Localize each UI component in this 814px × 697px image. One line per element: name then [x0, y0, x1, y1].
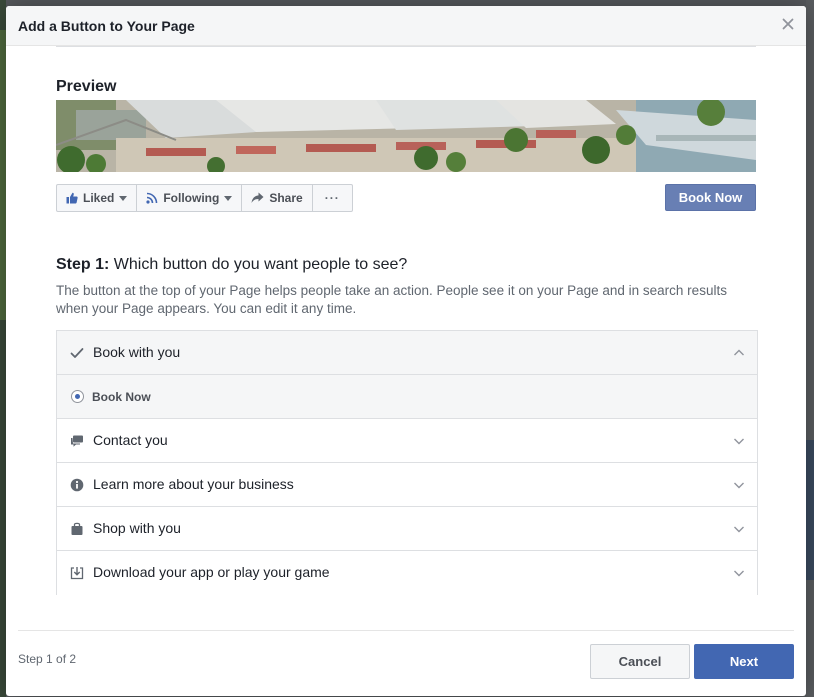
footer-divider	[18, 630, 794, 631]
page-action-bar: Liked Following Share ···	[56, 184, 353, 212]
dialog-header: Add a Button to Your Page	[6, 6, 806, 46]
next-button[interactable]: Next	[694, 644, 794, 679]
following-label: Following	[163, 191, 220, 205]
add-button-dialog: Add a Button to Your Page Preview Liked …	[6, 6, 806, 696]
background-page-edge	[806, 440, 814, 580]
step-counter: Step 1 of 2	[18, 652, 77, 666]
cancel-button[interactable]: Cancel	[590, 644, 690, 679]
cover-photo	[56, 100, 756, 172]
option-learn-more[interactable]: Learn more about your business	[57, 463, 757, 507]
share-button[interactable]: Share	[242, 185, 313, 211]
preview-heading: Preview	[56, 78, 117, 95]
share-arrow-icon	[251, 192, 264, 203]
following-button[interactable]: Following	[137, 185, 243, 211]
checkmark-icon	[70, 348, 84, 358]
info-icon	[70, 478, 84, 492]
radio-button-selected[interactable]	[71, 390, 84, 403]
sub-option-label: Book Now	[92, 390, 151, 404]
step-description: The button at the top of your Page helps…	[56, 283, 727, 316]
liked-label: Liked	[83, 191, 115, 205]
chevron-down-icon	[734, 526, 744, 533]
sub-option-book-now[interactable]: Book Now	[57, 375, 757, 419]
dialog-title: Add a Button to Your Page	[18, 18, 195, 34]
step-question: Which button do you want people to see?	[113, 256, 408, 273]
option-label: Book with you	[93, 344, 181, 360]
chevron-down-icon	[734, 570, 744, 577]
option-shop-with-you[interactable]: Shop with you	[57, 507, 757, 551]
option-contact-you[interactable]: Contact you	[57, 419, 757, 463]
chevron-up-icon	[734, 349, 744, 356]
caret-down-icon	[119, 195, 128, 201]
share-label: Share	[269, 191, 303, 205]
step-prefix: Step 1:	[56, 256, 110, 273]
option-download-app[interactable]: Download your app or play your game	[57, 551, 757, 595]
speech-bubble-icon	[71, 435, 83, 447]
step-heading: Step 1: Which button do you want people …	[56, 256, 407, 274]
ellipsis-icon: ···	[324, 191, 340, 205]
option-label: Contact you	[93, 432, 168, 448]
option-label: Download your app or play your game	[93, 564, 330, 580]
more-options-button[interactable]: ···	[313, 185, 352, 211]
option-label: Learn more about your business	[93, 476, 294, 492]
option-label: Shop with you	[93, 520, 181, 536]
chevron-down-icon	[734, 482, 744, 489]
book-now-preview-button: Book Now	[665, 184, 756, 211]
thumbs-up-icon	[66, 192, 78, 204]
rss-icon	[146, 192, 158, 204]
button-options-list: Book with you Book Now Contact you Learn…	[56, 330, 758, 595]
divider	[56, 46, 756, 47]
close-icon[interactable]	[780, 16, 796, 32]
option-book-with-you[interactable]: Book with you	[57, 331, 757, 375]
download-icon	[70, 567, 84, 580]
caret-down-icon	[224, 195, 233, 201]
chevron-down-icon	[734, 438, 744, 445]
liked-button[interactable]: Liked	[57, 185, 138, 211]
shopping-bag-icon	[71, 522, 83, 535]
